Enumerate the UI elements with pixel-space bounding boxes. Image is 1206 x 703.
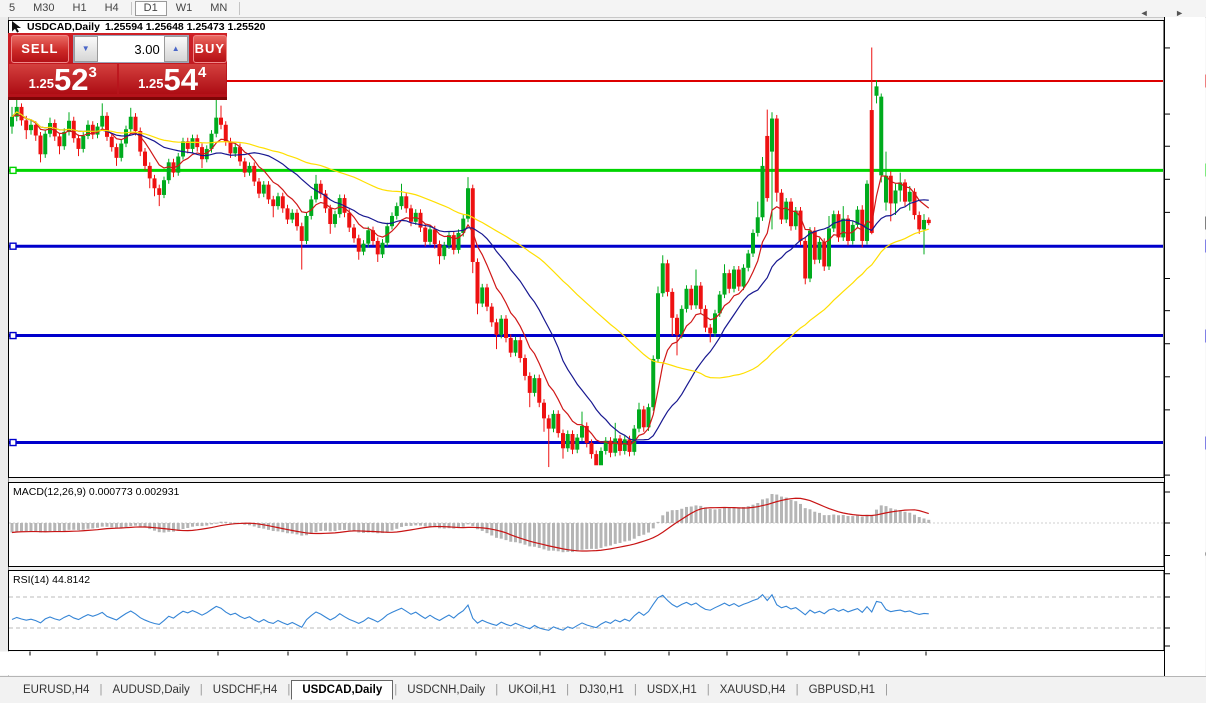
cursor-icon: [12, 21, 21, 33]
bid-price[interactable]: 1.25 52 3: [9, 62, 117, 97]
bid-big-digits: 52: [53, 62, 89, 97]
volume-input[interactable]: [97, 36, 164, 62]
buy-button[interactable]: BUY: [192, 35, 227, 63]
ask-big-digits: 54: [163, 62, 198, 97]
volume-stepper: ▼ ▲: [72, 35, 189, 63]
ask-price[interactable]: 1.25 54 4: [118, 62, 226, 97]
mt4-window: 5 M30 H1 H4 D1 W1 MN USDCAD,Daily 1.25594 1.25…: [0, 0, 1206, 703]
volume-decrease-icon[interactable]: ▼: [73, 36, 98, 62]
ask-base: 1.25: [138, 76, 164, 91]
chart-canvas[interactable]: [0, 0, 1206, 703]
macd-label: MACD(12,26,9) 0.000773 0.002931: [13, 486, 180, 498]
volume-increase-icon[interactable]: ▲: [163, 36, 188, 62]
trade-panel-top-row: SELL ▼ ▲ BUY: [8, 35, 227, 63]
trade-panel-prices: 1.25 52 3 1.25 54 4: [8, 62, 227, 97]
bid-base: 1.25: [28, 76, 54, 91]
sell-button[interactable]: SELL: [11, 35, 69, 63]
chart-ohlc-values: 1.25594 1.25648 1.25473 1.25520: [104, 21, 266, 33]
chart-title: USDCAD,Daily 1.25594 1.25648 1.25473 1.2…: [11, 21, 266, 33]
chart-symbol-label: USDCAD,Daily: [27, 21, 100, 33]
one-click-trade-panel: SELL ▼ ▲ BUY 1.25 52 3 1.25 54 4: [8, 33, 227, 100]
rsi-label: RSI(14) 44.8142: [13, 574, 91, 586]
ask-pip-digit: 4: [197, 64, 207, 81]
bid-pip-digit: 3: [88, 64, 97, 81]
